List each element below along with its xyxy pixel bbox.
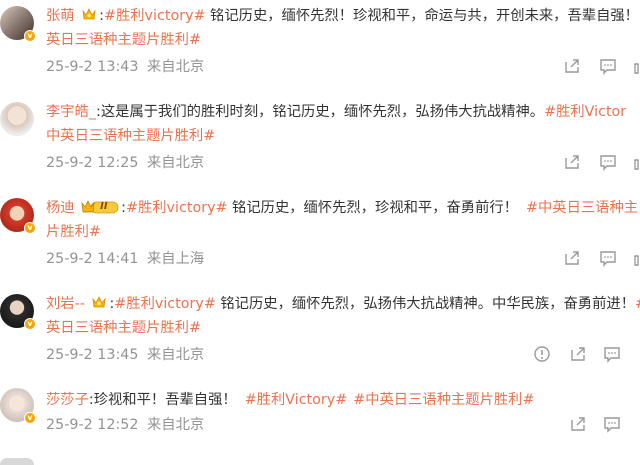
like-icon[interactable] <box>632 56 640 76</box>
report-icon[interactable] <box>532 344 552 364</box>
comment-item: 李宇皓_:这是属于我们的胜利时刻，铭记历史，缅怀先烈，弘扬伟大抗战精神。#胜利V… <box>0 96 640 188</box>
comment-icon[interactable] <box>602 414 622 434</box>
username[interactable]: 张萌 <box>46 8 75 24</box>
vip-crown-icon <box>92 296 107 308</box>
avatar[interactable] <box>0 102 34 136</box>
comment-actions <box>0 414 640 436</box>
comment-item: v 莎莎子:珍视和平！吾辈自强！ #胜利Victory# #中英日三语种主题片胜利#… <box>0 384 640 465</box>
share-icon[interactable] <box>562 152 582 172</box>
hashtag-link[interactable]: #中英日三语种主 <box>526 200 638 216</box>
next-avatar-partial <box>0 458 34 465</box>
vip-level-text: II <box>100 201 108 212</box>
comment-text: :这是属于我们的胜利时刻，铭记历史，缅怀先烈，弘扬伟大抗战精神。 <box>96 104 545 120</box>
comment-actions <box>0 344 640 366</box>
comment-item: v 杨迪 II :#胜利victory# 铭记历史，缅怀先烈，珍视和平，奋勇前行… <box>0 192 640 284</box>
comment-actions <box>0 152 640 174</box>
comment-text: 铭记历史，缅怀先烈，弘扬伟大抗战精神。中华民族，奋勇前进！ <box>215 296 635 312</box>
username[interactable]: 莎莎子 <box>46 392 89 408</box>
hashtag-link[interactable]: #胜利victory# <box>114 296 216 312</box>
comment-icon[interactable] <box>598 152 618 172</box>
share-icon[interactable] <box>562 248 582 268</box>
comment-actions <box>0 248 640 270</box>
hashtag-link[interactable]: #胜利Victory# <box>245 392 348 408</box>
hashtag-link-continued[interactable]: 英日三语种主题片胜利# <box>46 32 201 48</box>
comment-text: 铭记历史，缅怀先烈，珍视和平，奋勇前行！ <box>227 200 518 216</box>
username[interactable]: 刘岩-- <box>46 296 85 312</box>
share-icon[interactable] <box>568 414 588 434</box>
vip-level-badge-icon: II <box>81 199 119 215</box>
hashtag-link[interactable]: #胜利Victor <box>544 104 626 120</box>
comment-actions <box>0 56 640 78</box>
hashtag-link-continued[interactable]: 片胜利# <box>46 224 101 240</box>
username[interactable]: 李宇皓_ <box>46 104 96 120</box>
hashtag-link-continued[interactable]: 中英日三语种主题片胜利# <box>46 128 215 144</box>
comment-icon[interactable] <box>602 344 622 364</box>
username[interactable]: 杨迪 <box>46 200 75 216</box>
share-icon[interactable] <box>562 56 582 76</box>
comment-text: 铭记历史，缅怀先烈！珍视和平，命运与共，开创未来，吾辈自强！ <box>205 8 639 24</box>
verified-badge-icon: v <box>24 30 36 42</box>
comment-text: :珍视和平！吾辈自强！ <box>88 392 237 408</box>
hashtag-link[interactable]: #中英日三语种主题片胜利# <box>353 392 534 408</box>
share-icon[interactable] <box>568 344 588 364</box>
verified-badge-icon: v <box>24 318 36 330</box>
like-icon[interactable] <box>632 248 640 268</box>
verified-badge-icon: v <box>24 222 36 234</box>
comment-item: v 刘岩-- :#胜利victory# 铭记历史，缅怀先烈，弘扬伟大抗战精神。中… <box>0 288 640 380</box>
comment-icon[interactable] <box>598 56 618 76</box>
hashtag-link[interactable]: #中 <box>635 296 640 312</box>
hashtag-link[interactable]: #胜利victory# <box>126 200 228 216</box>
hashtag-link-continued[interactable]: 英日三语种主题片胜利# <box>46 320 201 336</box>
vip-crown-icon <box>82 8 96 20</box>
hashtag-link[interactable]: #胜利victory# <box>104 8 206 24</box>
like-icon[interactable] <box>632 152 640 172</box>
comment-icon[interactable] <box>598 248 618 268</box>
comment-item: v 张萌 :#胜利victory# 铭记历史，缅怀先烈！珍视和平，命运与共，开创… <box>0 0 640 92</box>
